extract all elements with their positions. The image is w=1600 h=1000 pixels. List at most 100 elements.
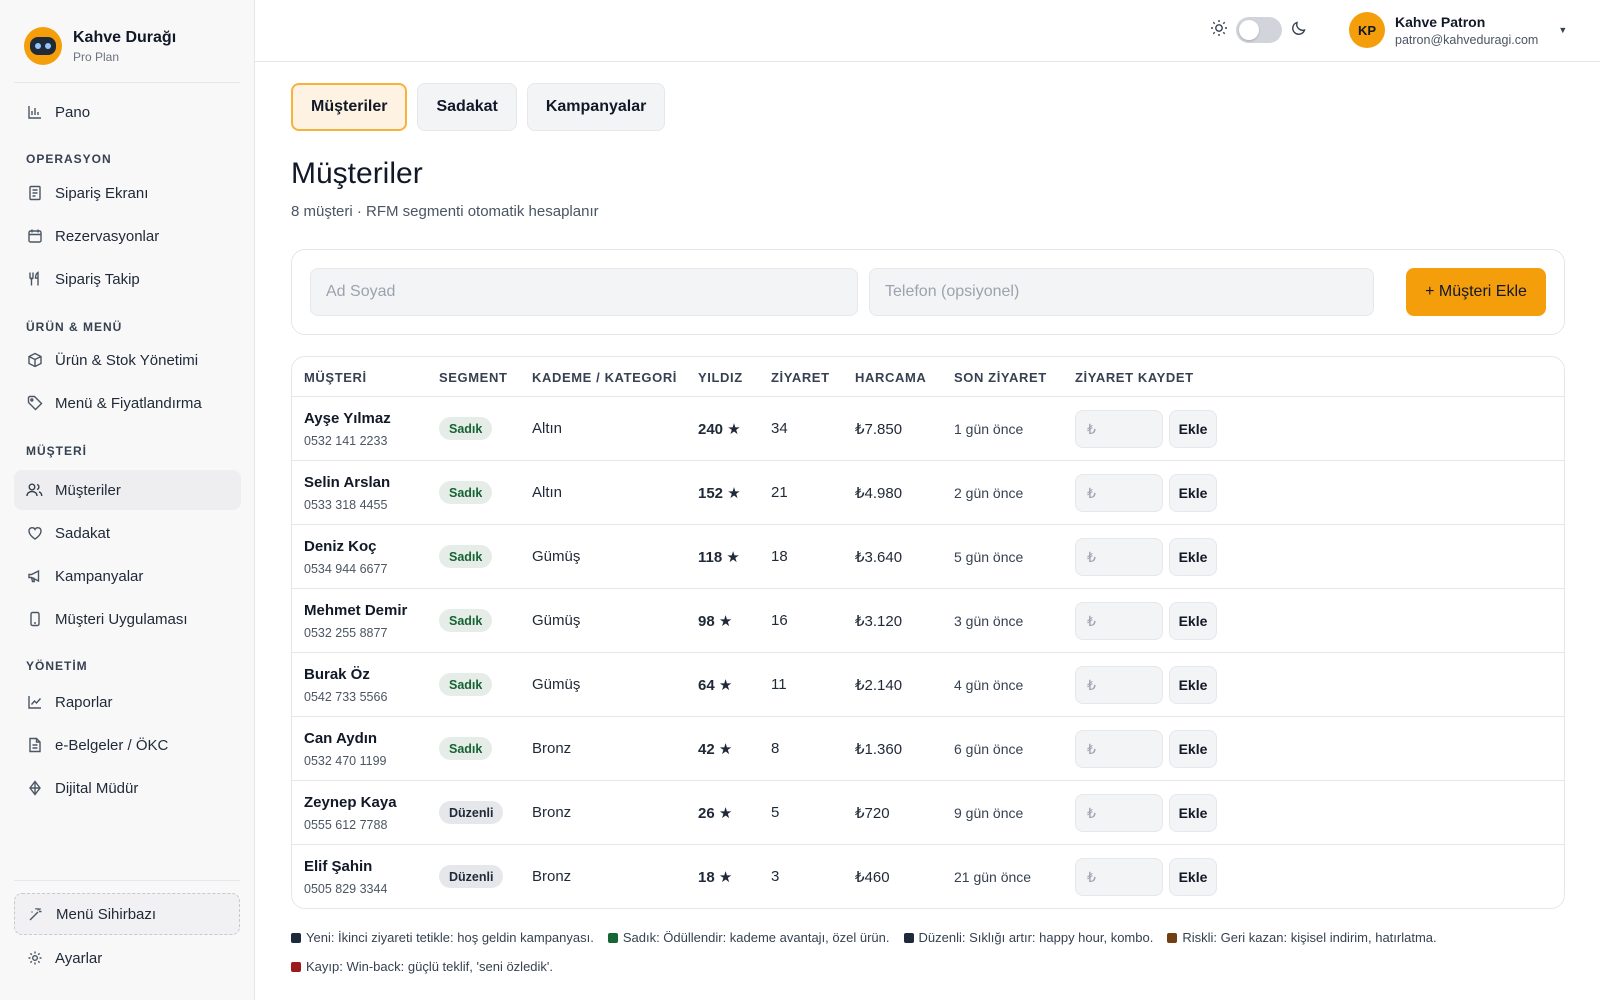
customer-name[interactable]: Zeynep Kaya: [304, 794, 397, 811]
brand-plan: Pro Plan: [73, 49, 120, 64]
customer-name[interactable]: Deniz Koç: [304, 538, 377, 555]
user-name: Kahve Patron: [1395, 13, 1486, 30]
tier-cell: Bronz: [532, 804, 572, 821]
visit-amount-input[interactable]: [1075, 858, 1163, 896]
sidebar-item-dijital-mudur[interactable]: Dijital Müdür: [14, 768, 241, 808]
sidebar-divider: [14, 880, 240, 881]
sidebar-item-menu-fiyat[interactable]: Menü & Fiyatlandırma: [14, 383, 241, 423]
brand[interactable]: Kahve Durağı Pro Plan: [24, 26, 176, 66]
sidebar-item-siparis-ekrani[interactable]: Sipariş Ekranı: [14, 173, 241, 213]
avatar: KP: [1349, 12, 1385, 48]
sidebar-item-siparis-takip[interactable]: Sipariş Takip: [14, 259, 241, 299]
table-row: Selin Arslan 0533 318 4455 Sadık Altın 1…: [292, 461, 1564, 525]
visits-cell: 18: [771, 548, 788, 565]
customer-name[interactable]: Elif Şahin: [304, 858, 372, 875]
sidebar-item-musteriler[interactable]: Müşteriler: [14, 470, 241, 510]
sidebar-item-urun-stok[interactable]: Ürün & Stok Yönetimi: [14, 340, 241, 380]
add-visit-button[interactable]: Ekle: [1169, 602, 1217, 640]
name-input[interactable]: [310, 268, 858, 316]
column-header: HARCAMA: [855, 370, 927, 385]
bar-chart-icon: [26, 104, 43, 121]
calendar-icon: [26, 228, 43, 245]
receipt-icon: [26, 185, 43, 202]
sidebar-item-rezervasyonlar[interactable]: Rezervasyonlar: [14, 216, 241, 256]
sidebar-item-ayarlar[interactable]: Ayarlar: [14, 938, 241, 978]
stars-cell: 152 ★: [698, 485, 741, 502]
last-visit-cell: 4 gün önce: [954, 677, 1024, 693]
spend-cell: ₺7.850: [855, 421, 903, 438]
add-visit-button[interactable]: Ekle: [1169, 794, 1217, 832]
sidebar-item-raporlar[interactable]: Raporlar: [14, 682, 241, 722]
customer-name[interactable]: Mehmet Demir: [304, 602, 407, 619]
moon-icon: [1290, 19, 1308, 42]
page-title: Müşteriler: [291, 157, 423, 190]
heart-icon: [26, 525, 43, 542]
segment-badge: Sadık: [439, 417, 493, 440]
menu-wizard-button[interactable]: Menü Sihirbazı: [14, 893, 240, 935]
sidebar-item-sadakat[interactable]: Sadakat: [14, 513, 241, 553]
visit-amount-input[interactable]: [1075, 602, 1163, 640]
users-icon: [26, 482, 43, 499]
add-customer-button[interactable]: + Müşteri Ekle: [1406, 268, 1546, 316]
tier-cell: Bronz: [532, 740, 572, 757]
column-header: SON ZİYARET: [954, 370, 1047, 385]
user-email: patron@kahveduragi.com: [1395, 32, 1539, 47]
customers-table: MÜŞTERİ SEGMENT KADEME / KATEGORİ YILDIZ…: [291, 356, 1565, 909]
robot-logo-icon: [24, 27, 62, 65]
visit-amount-input[interactable]: [1075, 666, 1163, 704]
legend-item: Sadık: Ödüllendir: kademe avantajı, özel…: [607, 929, 890, 946]
add-visit-button[interactable]: Ekle: [1169, 410, 1217, 448]
legend-text: Yeni: İkinci ziyareti tetikle: hoş geldi…: [306, 930, 594, 945]
customer-name[interactable]: Can Aydın: [304, 730, 377, 747]
visits-cell: 21: [771, 484, 788, 501]
visits-cell: 3: [771, 868, 780, 885]
tab-sadakat[interactable]: Sadakat: [417, 83, 517, 131]
tab-musteriler[interactable]: Müşteriler: [291, 83, 408, 131]
legend-text: Riskli: Geri kazan: kişisel indirim, hat…: [1182, 930, 1437, 945]
segment-badge: Sadık: [439, 737, 493, 760]
customer-phone: 0532 141 2233: [304, 434, 388, 448]
tab-kampanyalar[interactable]: Kampanyalar: [526, 83, 666, 131]
add-visit-button[interactable]: Ekle: [1169, 730, 1217, 768]
theme-switcher: [1210, 17, 1308, 43]
add-visit-button[interactable]: Ekle: [1169, 666, 1217, 704]
sidebar-item-ebelgeler[interactable]: e-Belgeler / ÖKC: [14, 725, 241, 765]
table-header: MÜŞTERİ SEGMENT KADEME / KATEGORİ YILDIZ…: [292, 357, 1564, 397]
stars-cell: 118 ★: [698, 549, 740, 566]
legend-swatch: [291, 932, 301, 943]
section-operasyon: OPERASYON: [26, 152, 112, 166]
tier-cell: Altın: [532, 484, 563, 501]
visit-amount-input[interactable]: [1075, 730, 1163, 768]
customer-name[interactable]: Burak Öz: [304, 666, 370, 683]
segment-badge: Sadık: [439, 673, 493, 696]
user-menu[interactable]: KP Kahve Patron patron@kahveduragi.com ▼: [1349, 12, 1567, 48]
page-subtitle: 8 müşteri · RFM segmenti otomatik hesapl…: [291, 203, 599, 220]
customer-name[interactable]: Ayşe Yılmaz: [304, 410, 391, 427]
visit-amount-input[interactable]: [1075, 538, 1163, 576]
spend-cell: ₺1.360: [855, 741, 903, 758]
sidebar-item-label: Menü & Fiyatlandırma: [55, 394, 202, 412]
utensils-icon: [26, 271, 43, 288]
legend-swatch: [903, 932, 914, 943]
sidebar-item-pano[interactable]: Pano: [14, 92, 241, 132]
visit-amount-input[interactable]: [1075, 410, 1163, 448]
legend-swatch: [1167, 932, 1178, 943]
add-visit-button[interactable]: Ekle: [1169, 538, 1217, 576]
tab-bar: Müşteriler Sadakat Kampanyalar: [291, 83, 666, 131]
add-visit-button[interactable]: Ekle: [1169, 858, 1217, 896]
spend-cell: ₺460: [855, 869, 890, 886]
customer-name[interactable]: Selin Arslan: [304, 474, 390, 491]
add-visit-button[interactable]: Ekle: [1169, 474, 1217, 512]
theme-toggle[interactable]: [1236, 17, 1282, 43]
sidebar-item-label: Ayarlar: [55, 949, 103, 967]
sidebar-item-kampanyalar[interactable]: Kampanyalar: [14, 556, 241, 596]
visits-cell: 34: [771, 420, 788, 437]
visit-amount-input[interactable]: [1075, 474, 1163, 512]
visit-amount-input[interactable]: [1075, 794, 1163, 832]
sidebar-item-musteri-uygulamasi[interactable]: Müşteri Uygulaması: [14, 599, 241, 639]
legend-text: Düzenli: Sıklığı artır: happy hour, komb…: [918, 930, 1154, 945]
customer-phone: 0542 733 5566: [304, 690, 388, 704]
visits-cell: 5: [771, 804, 780, 821]
phone-input[interactable]: [869, 268, 1374, 316]
last-visit-cell: 1 gün önce: [954, 421, 1024, 437]
